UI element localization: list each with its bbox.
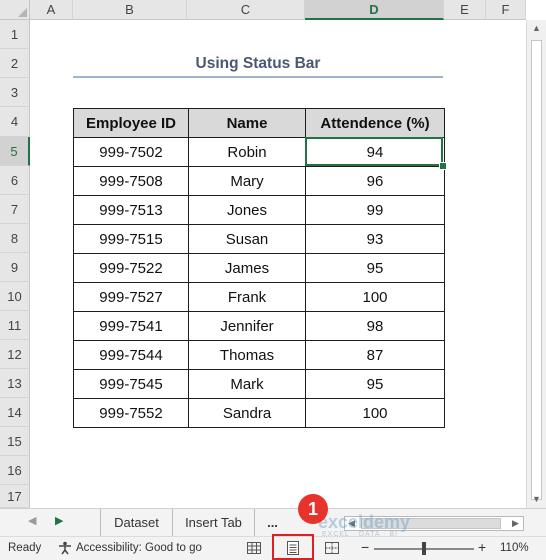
page-break-preview-icon[interactable] bbox=[321, 539, 343, 557]
scroll-right-icon[interactable]: ▶ bbox=[512, 518, 519, 529]
cell-employee-id[interactable]: 999-7508 bbox=[73, 166, 189, 196]
accessibility-icon[interactable] bbox=[58, 541, 72, 558]
table-row: 999-7515 Susan 93 bbox=[73, 224, 445, 254]
vertical-scrollbar[interactable]: ▲ ▼ bbox=[526, 20, 546, 508]
scroll-up-icon[interactable]: ▲ bbox=[532, 23, 541, 33]
sheet-tab-bar: ◀ ▶ Dataset Insert Tab ... ◀ ▶ bbox=[0, 508, 546, 536]
normal-view-icon[interactable] bbox=[243, 539, 265, 557]
row-header-5[interactable]: 5 bbox=[0, 137, 30, 166]
highlight-box bbox=[272, 534, 314, 560]
zoom-level[interactable]: 110% bbox=[500, 542, 529, 554]
cell-attendance[interactable]: 93 bbox=[305, 224, 445, 254]
tab-insert-tab[interactable]: Insert Tab bbox=[172, 509, 254, 536]
table-row: 999-7545 Mark 95 bbox=[73, 369, 445, 399]
row-header-16[interactable]: 16 bbox=[0, 456, 30, 485]
header-attendance[interactable]: Attendence (%) bbox=[305, 108, 445, 138]
row-header-2[interactable]: 2 bbox=[0, 49, 30, 78]
table-row: 999-7541 Jennifer 98 bbox=[73, 311, 445, 341]
cell-employee-id[interactable]: 999-7522 bbox=[73, 253, 189, 283]
zoom-out-button[interactable]: − bbox=[361, 539, 369, 555]
scroll-down-icon[interactable]: ▼ bbox=[532, 494, 541, 504]
cell-employee-id[interactable]: 999-7541 bbox=[73, 311, 189, 341]
table-header-row: Employee ID Name Attendence (%) bbox=[73, 108, 445, 138]
cell-attendance[interactable]: 95 bbox=[305, 369, 445, 399]
tab-dataset[interactable]: Dataset bbox=[100, 509, 172, 536]
cell-employee-id[interactable]: 999-7515 bbox=[73, 224, 189, 254]
cell-employee-id[interactable]: 999-7545 bbox=[73, 369, 189, 399]
row-header-3[interactable]: 3 bbox=[0, 78, 30, 107]
select-all-corner[interactable] bbox=[0, 0, 30, 20]
cell-employee-id[interactable]: 999-7502 bbox=[73, 137, 189, 167]
cell-name[interactable]: Frank bbox=[188, 282, 306, 312]
active-cell-outline bbox=[305, 137, 443, 166]
next-sheet-icon[interactable]: ▶ bbox=[55, 514, 63, 527]
table-row: 999-7552 Sandra 100 bbox=[73, 398, 445, 428]
row-header-9[interactable]: 9 bbox=[0, 253, 30, 282]
watermark-logo: exceldemy bbox=[318, 512, 411, 532]
column-header-e[interactable]: E bbox=[444, 0, 486, 20]
zoom-slider-thumb[interactable] bbox=[422, 542, 426, 555]
cell-name[interactable]: Mary bbox=[188, 166, 306, 196]
row-header-13[interactable]: 13 bbox=[0, 369, 30, 398]
cell-name[interactable]: Sandra bbox=[188, 398, 306, 428]
column-header-c[interactable]: C bbox=[187, 0, 305, 20]
table-row: 999-7522 James 95 bbox=[73, 253, 445, 283]
column-header-f[interactable]: F bbox=[486, 0, 526, 20]
cell-attendance[interactable]: 100 bbox=[305, 282, 445, 312]
cell-employee-id[interactable]: 999-7527 bbox=[73, 282, 189, 312]
title-underline bbox=[73, 76, 443, 78]
column-header-b[interactable]: B bbox=[73, 0, 187, 20]
row-header-6[interactable]: 6 bbox=[0, 166, 30, 195]
table-row: 999-7544 Thomas 87 bbox=[73, 340, 445, 370]
cell-name[interactable]: Mark bbox=[188, 369, 306, 399]
row-header-11[interactable]: 11 bbox=[0, 311, 30, 340]
status-ready: Ready bbox=[8, 542, 42, 554]
fill-handle[interactable] bbox=[439, 162, 447, 170]
accessibility-status[interactable]: Accessibility: Good to go bbox=[76, 542, 202, 554]
prev-sheet-icon[interactable]: ◀ bbox=[28, 514, 36, 527]
table-row: 999-7527 Frank 100 bbox=[73, 282, 445, 312]
zoom-in-button[interactable]: + bbox=[478, 539, 486, 555]
row-header-14[interactable]: 14 bbox=[0, 398, 30, 427]
cell-employee-id[interactable]: 999-7544 bbox=[73, 340, 189, 370]
row-header-8[interactable]: 8 bbox=[0, 224, 30, 253]
table-row: 999-7508 Mary 96 bbox=[73, 166, 445, 196]
cell-attendance[interactable]: 87 bbox=[305, 340, 445, 370]
row-header-4[interactable]: 4 bbox=[0, 107, 30, 137]
cell-attendance[interactable]: 98 bbox=[305, 311, 445, 341]
cell-attendance[interactable]: 95 bbox=[305, 253, 445, 283]
step-badge: 1 bbox=[298, 494, 328, 524]
row-header-1[interactable]: 1 bbox=[0, 20, 30, 49]
row-header-12[interactable]: 12 bbox=[0, 340, 30, 369]
cell-attendance[interactable]: 99 bbox=[305, 195, 445, 225]
header-name[interactable]: Name bbox=[188, 108, 306, 138]
column-header-d[interactable]: D bbox=[305, 0, 444, 20]
cell-name[interactable]: Thomas bbox=[188, 340, 306, 370]
sheet-title: Using Status Bar bbox=[195, 55, 321, 72]
cell-name[interactable]: Jennifer bbox=[188, 311, 306, 341]
cell-name[interactable]: Susan bbox=[188, 224, 306, 254]
row-header-17[interactable]: 17 bbox=[0, 485, 30, 508]
row-header-7[interactable]: 7 bbox=[0, 195, 30, 224]
vertical-scroll-thumb[interactable] bbox=[531, 40, 542, 500]
more-sheets-button[interactable]: ... bbox=[254, 509, 290, 536]
cell-name[interactable]: Jones bbox=[188, 195, 306, 225]
cell-name[interactable]: Robin bbox=[188, 137, 306, 167]
cell-employee-id[interactable]: 999-7552 bbox=[73, 398, 189, 428]
cell-name[interactable]: James bbox=[188, 253, 306, 283]
column-header-a[interactable]: A bbox=[30, 0, 73, 20]
cell-attendance[interactable]: 100 bbox=[305, 398, 445, 428]
cell-attendance[interactable]: 96 bbox=[305, 166, 445, 196]
row-header-10[interactable]: 10 bbox=[0, 282, 30, 311]
row-header-15[interactable]: 15 bbox=[0, 427, 30, 456]
cell-employee-id[interactable]: 999-7513 bbox=[73, 195, 189, 225]
header-employee-id[interactable]: Employee ID bbox=[73, 108, 189, 138]
table-row: 999-7513 Jones 99 bbox=[73, 195, 445, 225]
